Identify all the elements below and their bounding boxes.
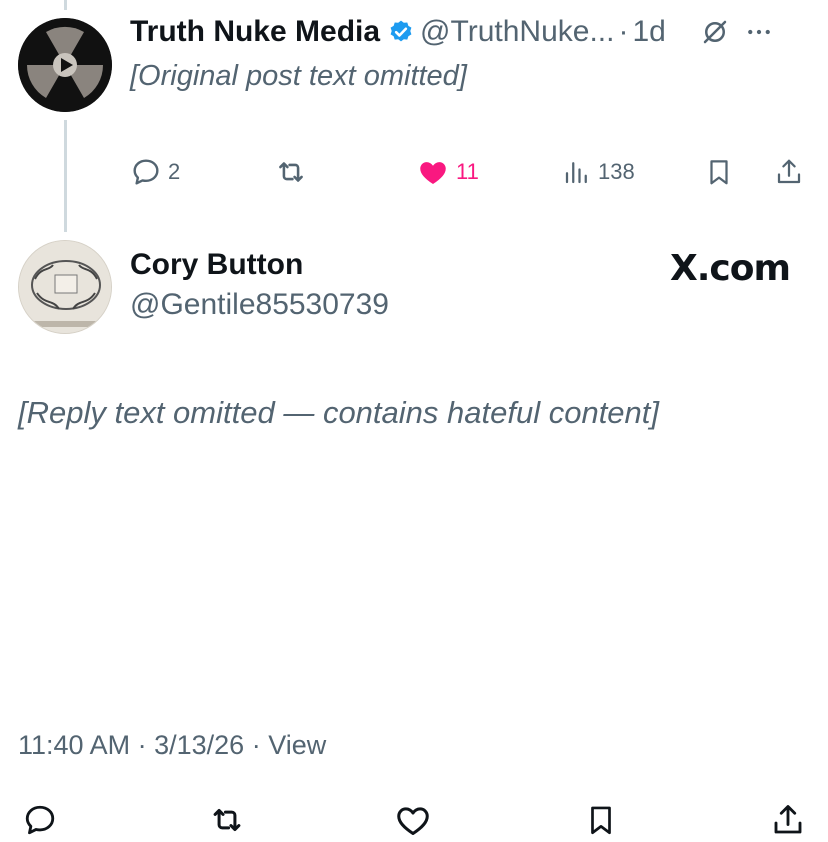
parent-author-handle[interactable]: @TruthNuke... xyxy=(420,15,614,49)
share-icon xyxy=(774,805,802,834)
reply-tweet-text: [Reply text omitted — contains hateful c… xyxy=(18,395,660,430)
heart-filled-icon xyxy=(420,162,446,185)
reply-repost-button[interactable] xyxy=(208,798,246,842)
radiation-logo-icon xyxy=(18,18,112,112)
reply-icon xyxy=(25,805,55,835)
reply-author-handle[interactable]: @Gentile85530739 xyxy=(130,288,389,322)
reply-timestamp-row: 11:40 AM · 3/13/26 · View xyxy=(18,730,326,761)
reply-reply-button[interactable] xyxy=(22,798,58,842)
share-icon xyxy=(777,159,801,184)
reply-action-bar xyxy=(0,798,828,842)
reply-avatar[interactable] xyxy=(18,240,112,334)
view-link[interactable]: View xyxy=(268,730,326,760)
analytics-icon xyxy=(565,162,587,184)
x-com-logo: X.com xyxy=(669,248,791,289)
reply-button[interactable]: 2 xyxy=(130,150,180,194)
header-separator: · xyxy=(618,15,629,48)
like-button[interactable]: 11 xyxy=(416,150,479,194)
parent-tweet-age[interactable]: 1d xyxy=(632,15,665,49)
heart-outline-icon xyxy=(397,807,429,835)
meta-separator-1: · xyxy=(137,730,147,760)
repost-icon xyxy=(213,808,241,832)
meta-separator-2: · xyxy=(251,730,261,760)
repost-button[interactable] xyxy=(274,150,314,194)
thread-line-top xyxy=(64,0,67,10)
reply-count: 2 xyxy=(168,159,181,184)
parent-author-name[interactable]: Truth Nuke Media xyxy=(130,15,380,49)
reply-like-button[interactable] xyxy=(394,798,432,842)
views-button[interactable]: 138 xyxy=(562,150,635,194)
reply-icon xyxy=(133,159,159,185)
engraving-image-icon xyxy=(19,241,111,333)
like-count: 11 xyxy=(456,159,479,184)
more-icon[interactable] xyxy=(744,17,774,47)
repost-icon xyxy=(279,162,303,182)
parent-avatar[interactable] xyxy=(18,18,112,112)
reply-bookmark-button[interactable] xyxy=(584,798,618,842)
parent-action-bar: 2 11 138 xyxy=(0,150,828,194)
bookmark-icon xyxy=(591,806,611,835)
parent-tweet-text: [Original post text omitted] xyxy=(130,60,467,92)
grok-icon[interactable] xyxy=(700,17,730,47)
reply-share-button[interactable] xyxy=(770,798,806,842)
view-count: 138 xyxy=(598,159,635,184)
reply-time[interactable]: 11:40 AM xyxy=(18,730,130,760)
parent-tweet-header: Truth Nuke Media @TruthNuke... · 1d xyxy=(130,12,814,52)
bookmark-button[interactable] xyxy=(704,150,734,194)
verified-badge-icon xyxy=(388,19,414,45)
share-button[interactable] xyxy=(774,150,804,194)
reply-author-name[interactable]: Cory Button xyxy=(130,248,303,282)
bookmark-icon xyxy=(710,160,728,185)
reply-date[interactable]: 3/13/26 xyxy=(154,730,244,760)
